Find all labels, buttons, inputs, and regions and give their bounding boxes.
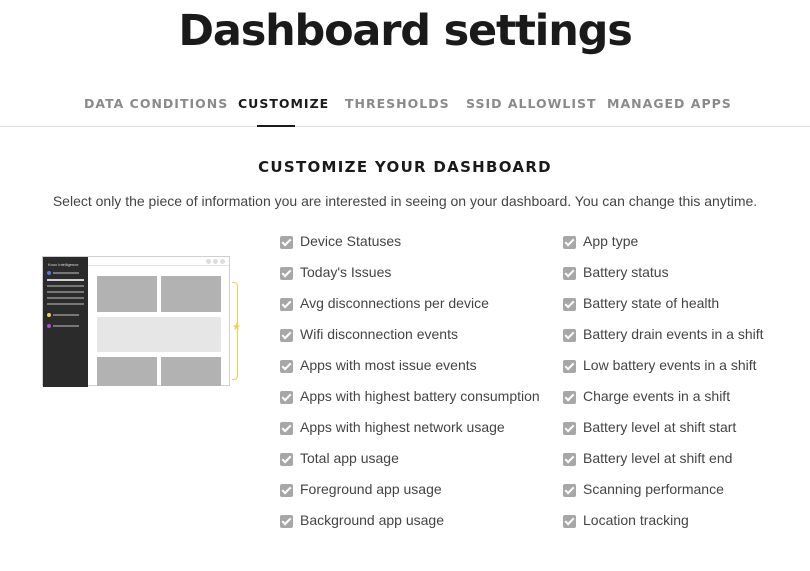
checkbox[interactable] — [280, 298, 293, 311]
preview-sidebar-row — [47, 279, 84, 281]
preview-widget — [161, 357, 221, 386]
checkbox[interactable] — [563, 515, 576, 528]
section-title: CUSTOMIZE YOUR DASHBOARD — [258, 158, 552, 176]
checkbox[interactable] — [563, 360, 576, 373]
checkbox[interactable] — [563, 391, 576, 404]
checkbox[interactable] — [280, 422, 293, 435]
checkbox[interactable] — [563, 236, 576, 249]
preview-window: Knox Intelligence — [42, 256, 230, 387]
preview-dot-purple — [47, 324, 51, 328]
tab-managed-apps[interactable]: MANAGED APPS — [607, 96, 732, 111]
checkbox[interactable] — [563, 453, 576, 466]
checkbox[interactable] — [280, 329, 293, 342]
active-tab-indicator — [257, 125, 295, 127]
preview-sidebar-row — [53, 325, 79, 327]
preview-brand: Knox Intelligence — [48, 262, 79, 267]
preview-sidebar-row — [47, 291, 84, 293]
star-icon: ★ — [232, 322, 241, 333]
tab-bar: DATA CONDITIONS CUSTOMIZE THRESHOLDS SSI… — [0, 88, 810, 127]
preview-sidebar-row — [53, 314, 79, 316]
section-description: Select only the piece of information you… — [52, 193, 758, 209]
preview-dot-blue — [47, 271, 51, 275]
checkbox[interactable] — [563, 422, 576, 435]
checkbox[interactable] — [280, 236, 293, 249]
checkbox[interactable] — [563, 298, 576, 311]
preview-sidebar-row — [47, 285, 84, 287]
preview-widget — [161, 276, 221, 312]
checkbox[interactable] — [280, 267, 293, 280]
preview-topbar — [88, 257, 229, 266]
preview-widget — [97, 357, 157, 386]
preview-dot-yellow — [47, 313, 51, 317]
preview-sidebar-row — [53, 272, 79, 274]
tab-customize[interactable]: CUSTOMIZE — [238, 96, 329, 111]
checkbox[interactable] — [563, 267, 576, 280]
checkbox[interactable] — [280, 391, 293, 404]
checkbox[interactable] — [563, 484, 576, 497]
tab-ssid-allowlist[interactable]: SSID ALLOWLIST — [466, 96, 597, 111]
preview-sidebar-row — [47, 303, 84, 305]
preview-window-control — [213, 259, 218, 264]
preview-sidebar: Knox Intelligence — [43, 257, 88, 387]
checkbox[interactable] — [280, 453, 293, 466]
tab-thresholds[interactable]: THRESHOLDS — [345, 96, 450, 111]
preview-window-control — [206, 259, 211, 264]
checkbox[interactable] — [280, 484, 293, 497]
checkbox[interactable] — [563, 329, 576, 342]
dashboard-preview-illustration: Knox Intelligence ★ — [42, 256, 241, 387]
page-title: Dashboard settings — [178, 6, 632, 56]
preview-window-control — [220, 259, 225, 264]
preview-widget — [97, 276, 157, 312]
checkbox[interactable] — [280, 360, 293, 373]
checkbox[interactable] — [280, 515, 293, 528]
preview-sidebar-row — [47, 297, 84, 299]
tab-data-conditions[interactable]: DATA CONDITIONS — [84, 96, 228, 111]
preview-widget — [97, 317, 221, 352]
